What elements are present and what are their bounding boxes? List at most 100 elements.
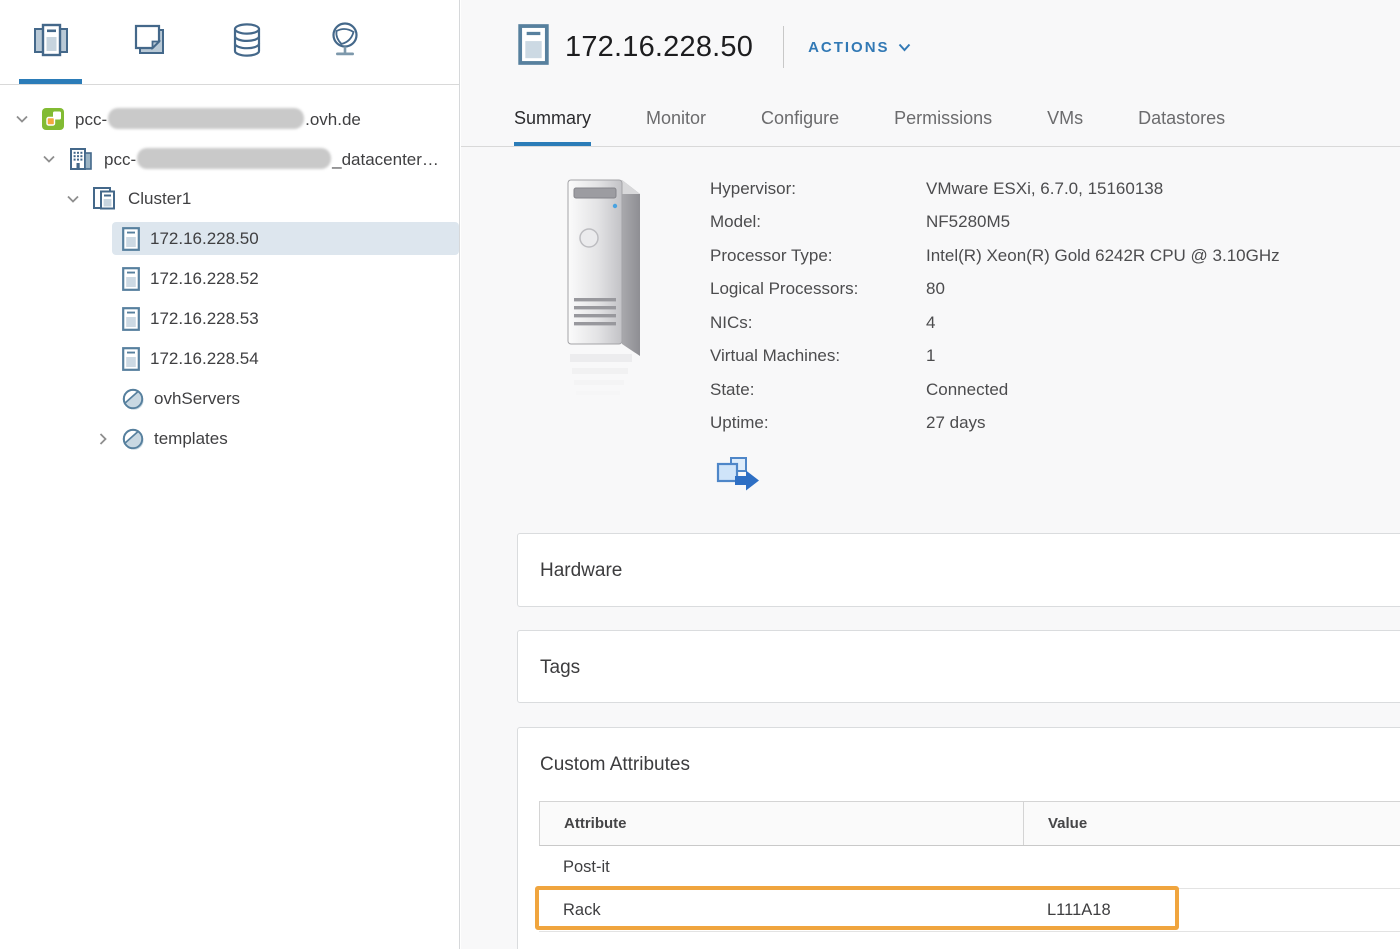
table-row-empty bbox=[539, 932, 1400, 949]
tree-item-host-52[interactable]: 172.16.228.52 bbox=[0, 259, 459, 299]
host-icon bbox=[122, 227, 140, 251]
spec-label: State: bbox=[710, 380, 926, 400]
hosts-and-clusters-icon bbox=[31, 20, 71, 65]
networking-icon bbox=[325, 20, 365, 65]
chevron-right-icon[interactable] bbox=[94, 430, 112, 448]
hardware-panel[interactable]: Hardware bbox=[517, 533, 1400, 607]
tree-item-label: pcc-_datacenter… bbox=[104, 148, 439, 170]
spec-value: 1 bbox=[926, 346, 935, 366]
tree-item-label: Cluster1 bbox=[128, 189, 191, 209]
value-cell: L111A18 bbox=[1023, 901, 1400, 920]
host-summary-specs: Hypervisor:VMware ESXi, 6.7.0, 15160138 … bbox=[710, 172, 1280, 440]
object-header: 172.16.228.50 ACTIONS bbox=[518, 24, 911, 70]
hardware-panel-title: Hardware bbox=[518, 534, 1400, 582]
header-divider bbox=[783, 26, 784, 68]
tree-item-ovhservers[interactable]: ovhServers bbox=[0, 379, 459, 419]
tree-item-label: 172.16.228.52 bbox=[150, 269, 259, 289]
vcenter-icon bbox=[41, 107, 65, 131]
spec-label: Processor Type: bbox=[710, 246, 926, 266]
inventory-tree: pcc-.ovh.de bbox=[0, 85, 459, 459]
datacenter-icon bbox=[68, 146, 94, 172]
spec-row: Virtual Machines:1 bbox=[710, 340, 1280, 374]
tree-item-host-54[interactable]: 172.16.228.54 bbox=[0, 339, 459, 379]
migrate-vms-icon[interactable] bbox=[715, 456, 761, 497]
tags-panel[interactable]: Tags bbox=[517, 630, 1400, 703]
page-title: 172.16.228.50 bbox=[565, 31, 753, 64]
spec-row: State:Connected bbox=[710, 373, 1280, 407]
tree-item-label: templates bbox=[154, 429, 228, 449]
tab-datastores[interactable]: Datastores bbox=[1138, 90, 1225, 146]
spec-label: NICs: bbox=[710, 313, 926, 333]
attribute-cell: Rack bbox=[539, 901, 1023, 920]
host-icon bbox=[518, 24, 549, 70]
attribute-cell: Post-it bbox=[539, 858, 1023, 877]
tree-item-vcenter[interactable]: pcc-.ovh.de bbox=[0, 99, 459, 139]
table-row-rack[interactable]: Rack L111A18 bbox=[539, 889, 1400, 932]
spec-row: Processor Type:Intel(R) Xeon(R) Gold 624… bbox=[710, 239, 1280, 273]
hosts-and-clusters-tab[interactable] bbox=[30, 21, 72, 63]
tree-item-label: 172.16.228.54 bbox=[150, 349, 259, 369]
tree-item-label: ovhServers bbox=[154, 389, 240, 409]
vms-and-templates-icon bbox=[129, 20, 169, 65]
spec-row: Hypervisor:VMware ESXi, 6.7.0, 15160138 bbox=[710, 172, 1280, 206]
tags-panel-title: Tags bbox=[518, 631, 1400, 679]
spec-value: Intel(R) Xeon(R) Gold 6242R CPU @ 3.10GH… bbox=[926, 246, 1280, 266]
table-header-row: Attribute Value bbox=[539, 801, 1400, 846]
inventory-type-tabs bbox=[0, 0, 459, 85]
active-inventory-tab-indicator bbox=[19, 79, 82, 84]
tree-item-label: 172.16.228.53 bbox=[150, 309, 259, 329]
resource-pool-icon bbox=[122, 388, 144, 410]
storage-icon bbox=[227, 20, 267, 65]
spec-value: Connected bbox=[926, 380, 1008, 400]
server-tower-image bbox=[556, 172, 648, 427]
host-icon bbox=[122, 347, 140, 371]
custom-attributes-table: Attribute Value Post-it Rack L111A18 bbox=[539, 801, 1400, 949]
tree-item-cluster[interactable]: Cluster1 bbox=[0, 179, 459, 219]
tree-item-label: pcc-.ovh.de bbox=[75, 108, 361, 130]
chevron-down-icon bbox=[898, 43, 911, 52]
redacted-text bbox=[137, 148, 331, 169]
spec-label: Virtual Machines: bbox=[710, 346, 926, 366]
navigation-sidebar: pcc-.ovh.de bbox=[0, 0, 460, 949]
tab-monitor[interactable]: Monitor bbox=[646, 90, 706, 146]
tree-item-templates[interactable]: templates bbox=[0, 419, 459, 459]
tree-item-label: 172.16.228.50 bbox=[150, 229, 259, 249]
spec-value: VMware ESXi, 6.7.0, 15160138 bbox=[926, 179, 1163, 199]
tab-vms[interactable]: VMs bbox=[1047, 90, 1083, 146]
column-header-value[interactable]: Value bbox=[1024, 815, 1400, 832]
chevron-down-icon[interactable] bbox=[64, 190, 82, 208]
actions-menu-button[interactable]: ACTIONS bbox=[808, 39, 911, 56]
tree-item-host-50[interactable]: 172.16.228.50 bbox=[0, 219, 459, 259]
custom-attributes-title: Custom Attributes bbox=[518, 728, 1400, 776]
spec-label: Model: bbox=[710, 212, 926, 232]
storage-tab[interactable] bbox=[226, 21, 268, 63]
spec-label: Logical Processors: bbox=[710, 279, 926, 299]
spec-label: Uptime: bbox=[710, 413, 926, 433]
networking-tab[interactable] bbox=[324, 21, 366, 63]
custom-attributes-panel: Custom Attributes Attribute Value Post-i… bbox=[517, 727, 1400, 949]
tab-configure[interactable]: Configure bbox=[761, 90, 839, 146]
spec-label: Hypervisor: bbox=[710, 179, 926, 199]
chevron-down-icon[interactable] bbox=[13, 110, 31, 128]
spec-row: Logical Processors:80 bbox=[710, 273, 1280, 307]
spec-row: NICs:4 bbox=[710, 306, 1280, 340]
tree-item-host-53[interactable]: 172.16.228.53 bbox=[0, 299, 459, 339]
spec-row: Uptime:27 days bbox=[710, 407, 1280, 441]
object-tabs-bar: Summary Monitor Configure Permissions VM… bbox=[461, 90, 1400, 147]
spec-value: NF5280M5 bbox=[926, 212, 1010, 232]
host-icon bbox=[122, 267, 140, 291]
spec-value: 4 bbox=[926, 313, 935, 333]
host-icon bbox=[122, 307, 140, 331]
detail-pane: 172.16.228.50 ACTIONS Summary Monitor Co… bbox=[461, 0, 1400, 949]
tree-item-datacenter[interactable]: pcc-_datacenter… bbox=[0, 139, 459, 179]
spec-value: 27 days bbox=[926, 413, 986, 433]
resource-pool-icon bbox=[122, 428, 144, 450]
column-header-attribute[interactable]: Attribute bbox=[540, 802, 1024, 845]
table-row-postit[interactable]: Post-it bbox=[539, 846, 1400, 889]
spec-value: 80 bbox=[926, 279, 945, 299]
spec-row: Model:NF5280M5 bbox=[710, 206, 1280, 240]
tab-summary[interactable]: Summary bbox=[514, 90, 591, 146]
tab-permissions[interactable]: Permissions bbox=[894, 90, 992, 146]
chevron-down-icon[interactable] bbox=[40, 150, 58, 168]
vms-and-templates-tab[interactable] bbox=[128, 21, 170, 63]
